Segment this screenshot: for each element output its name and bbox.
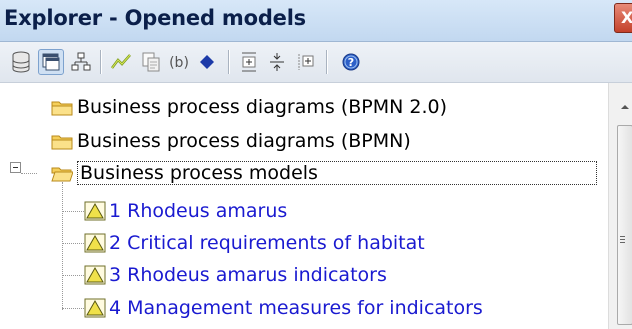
model-icon bbox=[84, 298, 106, 318]
tree-model-item[interactable]: 2 Critical requirements of habitat bbox=[84, 228, 425, 258]
window-title: Explorer - Opened models bbox=[4, 6, 306, 30]
model-label: 2 Critical requirements of habitat bbox=[109, 232, 425, 254]
tree-connector bbox=[62, 308, 84, 309]
folder-icon bbox=[51, 101, 73, 115]
model-label: 1 Rhodeus amarus bbox=[109, 200, 288, 222]
hierarchy-icon bbox=[71, 52, 91, 71]
tree-folder-item[interactable]: Business process diagrams (BPMN) bbox=[51, 126, 411, 156]
copy-document-icon bbox=[142, 52, 160, 72]
grip-line bbox=[620, 239, 625, 240]
windows-button[interactable] bbox=[38, 49, 64, 75]
vertical-scrollbar[interactable] bbox=[608, 83, 632, 329]
folder-label: Business process models bbox=[77, 161, 597, 185]
diamond-button[interactable] bbox=[194, 49, 220, 75]
expand-selected-button[interactable] bbox=[292, 49, 318, 75]
folder-icon bbox=[51, 135, 73, 149]
open-folder-icon bbox=[51, 167, 73, 181]
tree-connector bbox=[62, 275, 84, 276]
toolbar: (b) ? bbox=[0, 42, 632, 83]
scroll-up-arrow-icon[interactable] bbox=[621, 105, 629, 109]
folder-label: Business process diagrams (BPMN) bbox=[77, 130, 411, 152]
title-bar: Explorer - Opened models X bbox=[0, 0, 632, 42]
database-button[interactable] bbox=[8, 49, 34, 75]
connector-button[interactable] bbox=[108, 49, 134, 75]
expand-selected-icon bbox=[298, 54, 314, 70]
expand-all-icon bbox=[242, 52, 256, 72]
model-label: 3 Rhodeus amarus indicators bbox=[109, 264, 387, 286]
diamond-icon bbox=[200, 55, 214, 69]
toolbar-separator bbox=[228, 50, 230, 74]
collapse-all-button[interactable] bbox=[264, 49, 290, 75]
copy-document-button[interactable] bbox=[138, 49, 164, 75]
tree-connector bbox=[62, 211, 84, 212]
scrollbar-thumb[interactable] bbox=[617, 125, 632, 325]
parenthesis-b-button[interactable]: (b) bbox=[166, 49, 192, 75]
tree-folder-item[interactable]: Business process diagrams (BPMN 2.0) bbox=[51, 92, 447, 122]
parenthesis-b-icon: (b) bbox=[169, 55, 189, 71]
expand-all-button[interactable] bbox=[236, 49, 262, 75]
tree-model-item[interactable]: 1 Rhodeus amarus bbox=[84, 196, 287, 226]
svg-text:(b): (b) bbox=[169, 55, 189, 71]
folder-label: Business process diagrams (BPMN 2.0) bbox=[77, 96, 447, 118]
model-label: 4 Management measures for indicators bbox=[109, 297, 483, 319]
tree-model-item[interactable]: 3 Rhodeus amarus indicators bbox=[84, 260, 387, 290]
windows-icon bbox=[42, 53, 60, 71]
tree-connector bbox=[21, 173, 37, 174]
model-icon bbox=[84, 201, 106, 221]
tree-folder-item-selected[interactable]: Business process models bbox=[51, 158, 597, 188]
tree-model-item[interactable]: 4 Management measures for indicators bbox=[84, 293, 483, 323]
help-icon: ? bbox=[342, 53, 360, 71]
database-icon bbox=[12, 51, 30, 73]
grip-line bbox=[620, 242, 625, 243]
toolbar-separator bbox=[326, 50, 328, 74]
close-button[interactable]: X bbox=[614, 3, 632, 33]
tree-connector bbox=[62, 243, 84, 244]
svg-text:?: ? bbox=[348, 56, 354, 69]
tree-connector bbox=[62, 182, 63, 310]
collapse-all-icon bbox=[270, 53, 284, 71]
model-icon bbox=[84, 233, 106, 253]
grip-line bbox=[620, 236, 625, 237]
help-button[interactable]: ? bbox=[338, 49, 364, 75]
hierarchy-button[interactable] bbox=[68, 49, 94, 75]
toolbar-separator bbox=[100, 50, 102, 74]
collapse-toggle[interactable] bbox=[10, 162, 21, 173]
connector-icon bbox=[111, 54, 131, 69]
model-icon bbox=[84, 265, 106, 285]
